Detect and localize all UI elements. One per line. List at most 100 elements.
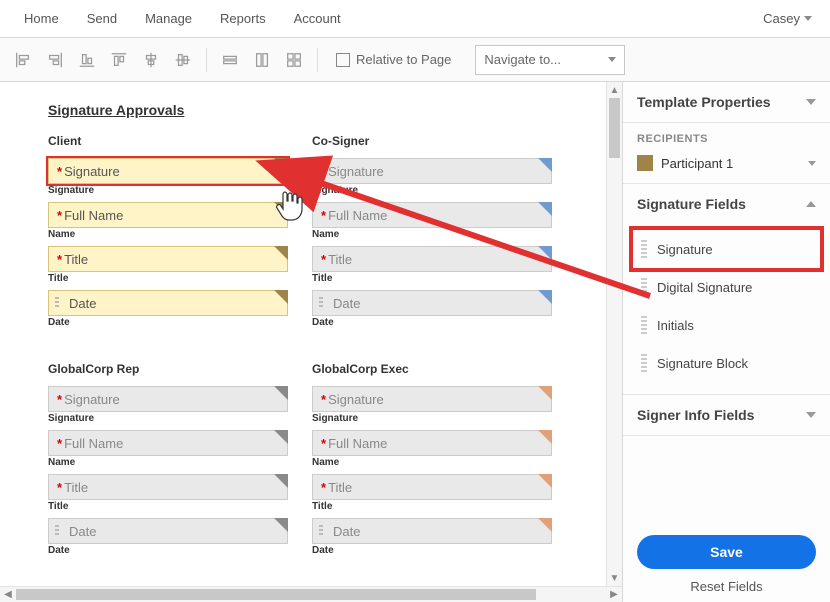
drag-handle-icon	[641, 240, 647, 258]
right-panel: Template Properties RECIPIENTS Participa…	[622, 82, 830, 602]
field-placeholder: Date	[333, 524, 360, 539]
field-placeholder: Full Name	[328, 436, 387, 451]
toolbar: Relative to Page Navigate to...	[0, 38, 830, 82]
field-label: Name	[312, 229, 552, 240]
field-placeholder: Signature	[64, 392, 120, 407]
align-left-edges-button[interactable]	[8, 45, 38, 75]
signer-info-fields-header[interactable]: Signer Info Fields	[623, 395, 830, 435]
field-placeholder: Full Name	[64, 208, 123, 223]
date-field[interactable]: Date	[48, 518, 288, 544]
nav-manage[interactable]: Manage	[131, 0, 206, 37]
field-label: Title	[48, 273, 288, 284]
scroll-thumb[interactable]	[609, 98, 620, 158]
field-placeholder: Title	[328, 480, 352, 495]
vertical-scrollbar[interactable]: ▲ ▼	[606, 82, 622, 586]
signature-field[interactable]: *Signature	[312, 386, 552, 412]
field-label: Name	[48, 457, 288, 468]
field-label: Date	[312, 545, 552, 556]
sigfield-digital-signature[interactable]: Digital Signature	[633, 268, 820, 306]
document-title: Signature Approvals	[48, 102, 592, 118]
field-placeholder: Signature	[328, 164, 384, 179]
nav-account[interactable]: Account	[280, 0, 355, 37]
field-label: Title	[312, 501, 552, 512]
field-placeholder: Title	[328, 252, 352, 267]
sigfield-label: Initials	[657, 318, 694, 333]
top-nav: Home Send Manage Reports Account Casey	[0, 0, 830, 38]
nav-home[interactable]: Home	[10, 0, 73, 37]
document-canvas[interactable]: Signature Approvals Client *Signature Si…	[0, 82, 606, 586]
align-bottom-button[interactable]	[72, 45, 102, 75]
reset-fields-link[interactable]: Reset Fields	[637, 579, 816, 594]
field-placeholder: Signature	[328, 392, 384, 407]
chevron-down-icon	[806, 99, 816, 105]
title-field[interactable]: *Title	[312, 246, 552, 272]
save-button[interactable]: Save	[637, 535, 816, 569]
sigfield-signature-block[interactable]: Signature Block	[633, 344, 820, 382]
signature-field[interactable]: *Signature	[48, 386, 288, 412]
drag-handle-icon	[641, 354, 647, 372]
signature-field[interactable]: *Signature	[48, 158, 288, 184]
match-height-button[interactable]	[247, 45, 277, 75]
align-center-v-button[interactable]	[168, 45, 198, 75]
align-top-button[interactable]	[104, 45, 134, 75]
align-center-h-button[interactable]	[136, 45, 166, 75]
navigate-label: Navigate to...	[484, 52, 561, 67]
sigfield-label: Signature Block	[657, 356, 748, 371]
signature-block: GlobalCorp Exec *Signature Signature *Fu…	[312, 362, 552, 562]
template-properties-header[interactable]: Template Properties	[623, 82, 830, 122]
scroll-thumb[interactable]	[16, 589, 536, 600]
match-both-button[interactable]	[279, 45, 309, 75]
recipient-participant-1[interactable]: Participant 1	[623, 151, 830, 183]
date-field[interactable]: Date	[312, 290, 552, 316]
relative-to-page-toggle[interactable]: Relative to Page	[326, 52, 461, 67]
fullname-field[interactable]: *Full Name	[48, 202, 288, 228]
user-name: Casey	[763, 11, 800, 26]
field-label: Signature	[48, 185, 288, 196]
sigfield-signature[interactable]: Signature	[633, 230, 820, 268]
scroll-left-icon[interactable]: ◀	[0, 587, 16, 602]
horizontal-scrollbar[interactable]: ◀ ▶	[0, 586, 622, 602]
fullname-field[interactable]: *Full Name	[48, 430, 288, 456]
drag-handle-icon	[641, 316, 647, 334]
scroll-right-icon[interactable]: ▶	[606, 587, 622, 602]
sigfield-initials[interactable]: Initials	[633, 306, 820, 344]
scroll-down-icon[interactable]: ▼	[607, 570, 622, 586]
chevron-down-icon	[804, 16, 812, 21]
user-menu[interactable]: Casey	[763, 11, 820, 26]
drag-handle-icon	[641, 278, 647, 296]
block-title: Client	[48, 134, 288, 148]
signature-block: Co-Signer *Signature Signature *Full Nam…	[312, 134, 552, 334]
scroll-up-icon[interactable]: ▲	[607, 82, 622, 98]
title-field[interactable]: *Title	[48, 246, 288, 272]
chevron-down-icon	[806, 412, 816, 418]
title-field[interactable]: *Title	[312, 474, 552, 500]
title-field[interactable]: *Title	[48, 474, 288, 500]
block-title: GlobalCorp Rep	[48, 362, 288, 376]
navigate-to-select[interactable]: Navigate to...	[475, 45, 625, 75]
field-label: Date	[48, 317, 288, 328]
date-field[interactable]: Date	[312, 518, 552, 544]
field-label: Title	[48, 501, 288, 512]
chevron-up-icon	[806, 201, 816, 207]
recipients-heading: RECIPIENTS	[623, 133, 830, 151]
field-label: Date	[48, 545, 288, 556]
match-width-button[interactable]	[215, 45, 245, 75]
nav-reports[interactable]: Reports	[206, 0, 280, 37]
align-right-edges-button[interactable]	[40, 45, 70, 75]
signature-field[interactable]: *Signature	[312, 158, 552, 184]
nav-send[interactable]: Send	[73, 0, 131, 37]
fullname-field[interactable]: *Full Name	[312, 430, 552, 456]
field-label: Signature	[48, 413, 288, 424]
signature-fields-header[interactable]: Signature Fields	[623, 184, 830, 224]
signature-block: GlobalCorp Rep *Signature Signature *Ful…	[48, 362, 288, 562]
field-placeholder: Date	[333, 296, 360, 311]
field-placeholder: Title	[64, 480, 88, 495]
date-field[interactable]: Date	[48, 290, 288, 316]
field-label: Name	[312, 457, 552, 468]
field-placeholder: Full Name	[64, 436, 123, 451]
participant-color-swatch	[637, 155, 653, 171]
signature-block: Client *Signature Signature *Full Name N…	[48, 134, 288, 334]
field-label: Signature	[312, 185, 552, 196]
participant-label: Participant 1	[661, 156, 733, 171]
fullname-field[interactable]: *Full Name	[312, 202, 552, 228]
